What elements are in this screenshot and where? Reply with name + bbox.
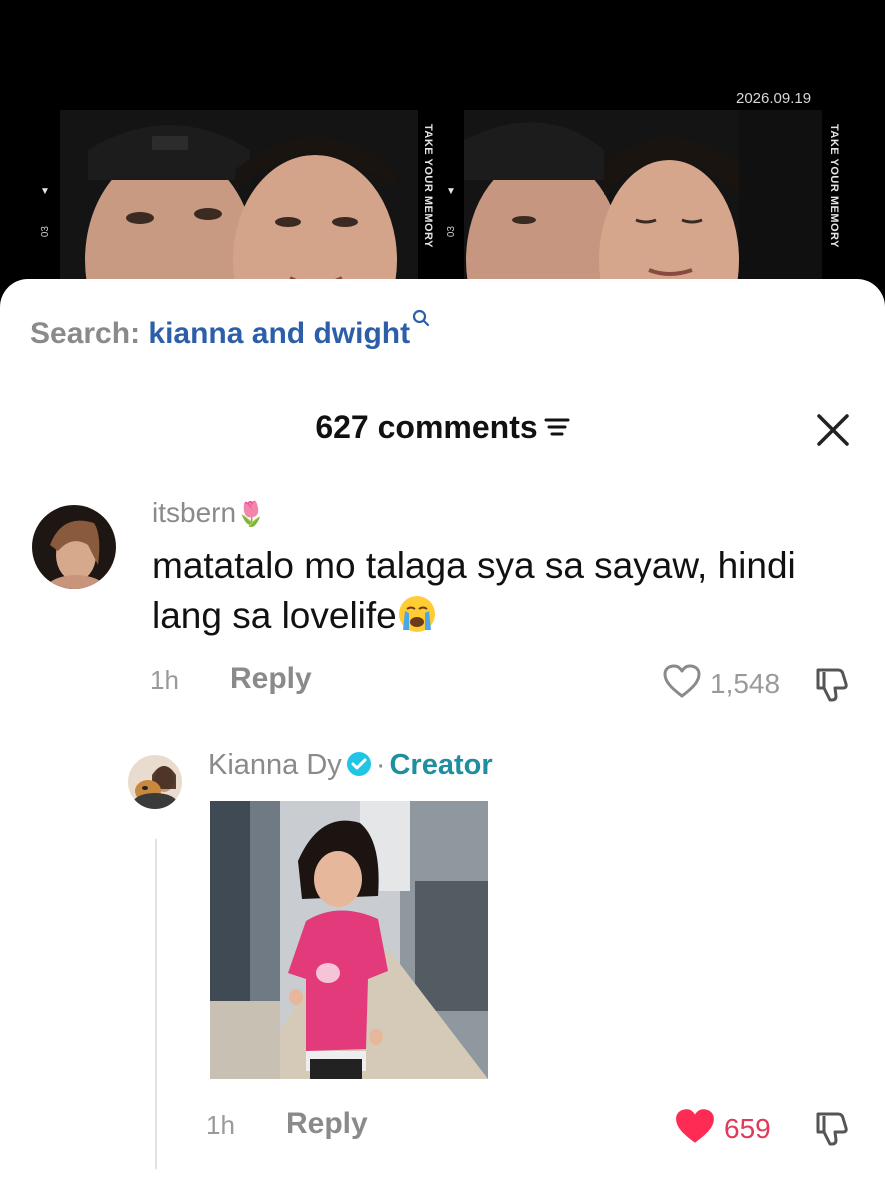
frame-arrow-icon: ▼ bbox=[446, 186, 456, 197]
strip-caption-left: TAKE YOUR MEMORY bbox=[422, 124, 434, 248]
dislike-icon[interactable] bbox=[812, 1108, 852, 1148]
creator-avatar[interactable] bbox=[128, 755, 182, 809]
couple-photo-left bbox=[60, 110, 418, 300]
tulip-emoji: 🌷 bbox=[236, 501, 266, 528]
sort-icon[interactable] bbox=[544, 409, 570, 446]
comment-text: matatalo mo talaga sya sa sayaw, hindi l… bbox=[152, 541, 842, 641]
comment-time: 1h bbox=[206, 1110, 235, 1140]
username-text: Kianna Dy bbox=[208, 749, 342, 781]
creator-badge: Creator bbox=[389, 749, 493, 781]
reply-button[interactable]: Reply bbox=[230, 662, 312, 696]
reply-thread-line bbox=[155, 839, 157, 1169]
close-icon[interactable] bbox=[816, 413, 850, 447]
comment-body: matatalo mo talaga sya sa sayaw, hindi l… bbox=[152, 545, 796, 636]
crying-emoji bbox=[397, 594, 437, 634]
comment-username[interactable]: itsbern🌷 bbox=[152, 497, 266, 529]
frame-number-right: 03 bbox=[446, 226, 457, 238]
heart-outline-icon bbox=[662, 663, 702, 704]
search-prefix: Search: bbox=[30, 317, 141, 350]
search-icon bbox=[412, 301, 430, 335]
search-term[interactable]: kianna and dwight bbox=[148, 317, 410, 350]
like-button[interactable]: 1,548 bbox=[662, 663, 780, 704]
comment-time: 1h bbox=[150, 665, 179, 695]
comments-sheet: Search: kianna and dwight 627 comments i… bbox=[0, 279, 885, 1200]
like-button[interactable]: 659 bbox=[674, 1107, 771, 1150]
like-count: 1,548 bbox=[710, 667, 781, 699]
avatar[interactable] bbox=[32, 505, 116, 589]
search-suggestion[interactable]: Search: kianna and dwight bbox=[30, 309, 430, 351]
reply-button[interactable]: Reply bbox=[286, 1107, 368, 1141]
verified-icon bbox=[346, 751, 372, 777]
creator-username-row[interactable]: Kianna Dy · Creator bbox=[208, 749, 493, 782]
dislike-icon[interactable] bbox=[812, 664, 852, 704]
reply-gif-image[interactable] bbox=[210, 801, 488, 1079]
photo-frame-right bbox=[464, 110, 822, 300]
like-count: 659 bbox=[724, 1112, 771, 1144]
separator-dot: · bbox=[375, 749, 386, 781]
video-date-stamp: 2026.09.19 bbox=[736, 90, 812, 107]
heart-filled-icon bbox=[674, 1107, 716, 1150]
comments-header: 627 comments bbox=[0, 409, 885, 448]
couple-photo-right bbox=[464, 110, 822, 300]
video-player[interactable]: 2026.09.19 TAKE YOUR MEMORY TAKE YOUR ME… bbox=[0, 0, 885, 300]
frame-arrow-icon: ▼ bbox=[40, 186, 50, 197]
strip-caption-right: TAKE YOUR MEMORY bbox=[828, 124, 840, 248]
username-text: itsbern bbox=[152, 497, 237, 528]
comments-count: 627 comments bbox=[315, 409, 538, 445]
frame-number-left: 03 bbox=[40, 226, 51, 238]
photo-frame-left bbox=[60, 110, 418, 300]
